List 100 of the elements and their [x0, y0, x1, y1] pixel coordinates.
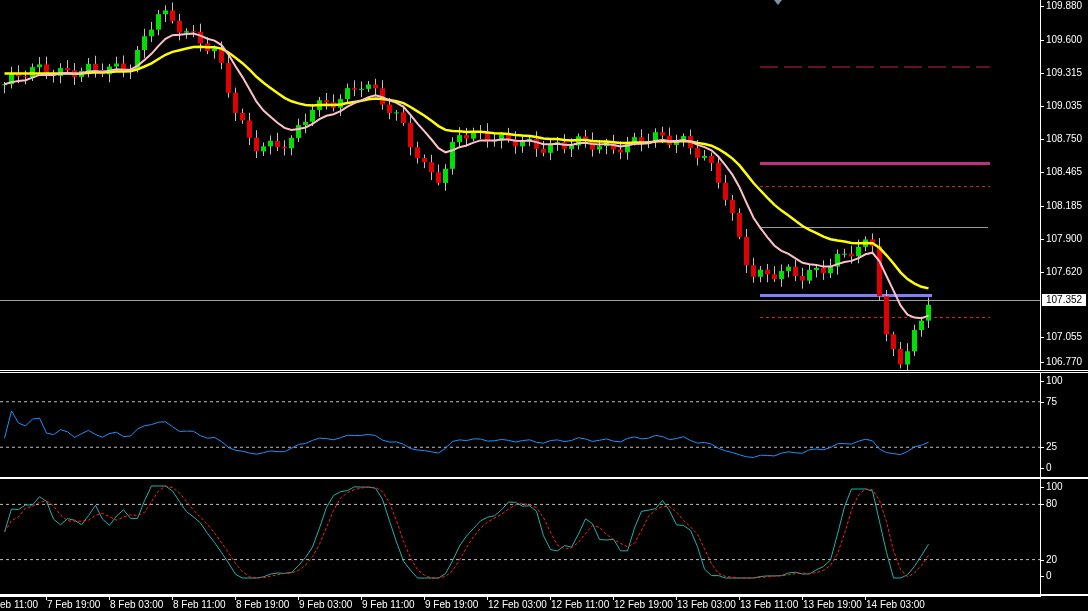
candlestick — [261, 141, 266, 157]
candlestick — [79, 67, 84, 83]
candlestick — [639, 129, 644, 152]
candlestick — [254, 129, 259, 159]
candlestick — [765, 263, 770, 283]
candlestick — [870, 232, 875, 255]
candlestick — [737, 207, 742, 240]
candlestick — [408, 114, 413, 156]
candlestick — [177, 13, 182, 41]
candlestick — [268, 134, 273, 155]
candlestick — [107, 63, 112, 83]
candlestick — [247, 112, 252, 146]
candlestick — [758, 265, 763, 283]
candlestick — [716, 155, 721, 189]
candlestick — [317, 96, 322, 118]
candlestick — [16, 64, 21, 84]
candlestick — [324, 92, 329, 110]
candlestick — [2, 81, 7, 94]
triangle-marker-icon — [774, 0, 782, 5]
candlestick — [849, 245, 854, 265]
candlestick — [359, 80, 364, 98]
candlestick — [345, 83, 350, 105]
price-label: 109.600 — [1046, 34, 1083, 46]
candlestick — [331, 93, 336, 112]
price-label: 109.315 — [1046, 67, 1083, 79]
candlestick — [184, 27, 189, 40]
price-label: 108.465 — [1046, 166, 1083, 178]
candlestick — [436, 164, 441, 186]
candlestick — [618, 140, 623, 160]
candlestick — [555, 136, 560, 152]
candlestick — [590, 131, 595, 158]
candlestick — [191, 24, 196, 38]
candlestick — [338, 93, 343, 117]
candlestick — [422, 153, 427, 169]
candlestick — [702, 149, 707, 162]
time-label: 8 Feb 19:00 — [236, 599, 290, 611]
time-label: 9 Feb 03:00 — [299, 599, 353, 611]
candlestick — [478, 124, 483, 140]
current-price-label: 107.352 — [1042, 294, 1087, 306]
candlestick — [93, 55, 98, 79]
candlestick — [576, 132, 581, 150]
candlestick — [751, 257, 756, 284]
candlestick — [170, 1, 175, 24]
price-label: 107.055 — [1046, 331, 1083, 343]
candlestick — [429, 154, 434, 181]
candlestick — [527, 134, 532, 147]
candlestick — [744, 228, 749, 274]
candlestick — [506, 127, 511, 143]
stochastic-scale-label: 80 — [1046, 498, 1058, 511]
time-label: 12 Feb 03:00 — [488, 599, 547, 611]
candlestick — [562, 133, 567, 154]
candlestick — [44, 56, 49, 80]
candlestick — [681, 132, 686, 148]
rsi-scale-label: 100 — [1046, 375, 1063, 388]
candlestick — [23, 70, 28, 85]
time-label: 8 Feb 03:00 — [110, 599, 164, 611]
candlestick — [205, 36, 210, 55]
candlestick — [772, 265, 777, 283]
candlestick — [835, 248, 840, 276]
stochastic-scale-label: 20 — [1046, 553, 1058, 566]
candlestick — [121, 54, 126, 78]
price-label: 107.900 — [1046, 233, 1083, 245]
candlestick — [898, 341, 903, 369]
candlestick — [135, 45, 140, 73]
rsi-scale-label: 0 — [1046, 462, 1052, 475]
candlestick — [156, 9, 161, 36]
candlestick — [142, 28, 147, 59]
candlestick — [548, 139, 553, 161]
time-label: 14 Feb 03:00 — [866, 599, 925, 611]
candlestick — [513, 130, 518, 155]
candlestick — [289, 134, 294, 156]
candlestick — [688, 129, 693, 155]
candlestick — [884, 289, 889, 342]
candlestick — [709, 152, 714, 172]
candlestick — [149, 21, 154, 43]
candlestick — [779, 263, 784, 288]
rsi-scale-label: 75 — [1046, 395, 1058, 408]
candlestick — [821, 259, 826, 281]
candlestick — [534, 130, 539, 158]
candlestick — [653, 127, 658, 149]
candlestick — [387, 97, 392, 120]
candlestick — [863, 235, 868, 252]
candlestick — [912, 324, 917, 357]
candlestick — [128, 64, 133, 80]
candlestick — [100, 63, 105, 78]
candlestick — [814, 263, 819, 278]
candlestick — [457, 126, 462, 149]
candlestick — [877, 237, 882, 301]
candlestick — [401, 105, 406, 127]
candlestick — [793, 259, 798, 282]
candlestick — [807, 263, 812, 285]
candlestick — [415, 141, 420, 165]
candlestick — [919, 316, 924, 338]
candlestick — [30, 63, 35, 82]
candlestick — [541, 140, 546, 157]
price-label: 109.880 — [1046, 0, 1083, 12]
candlestick — [58, 62, 63, 84]
price-label: 107.620 — [1046, 266, 1083, 278]
candlestick — [443, 163, 448, 192]
price-label: 109.035 — [1046, 100, 1083, 112]
